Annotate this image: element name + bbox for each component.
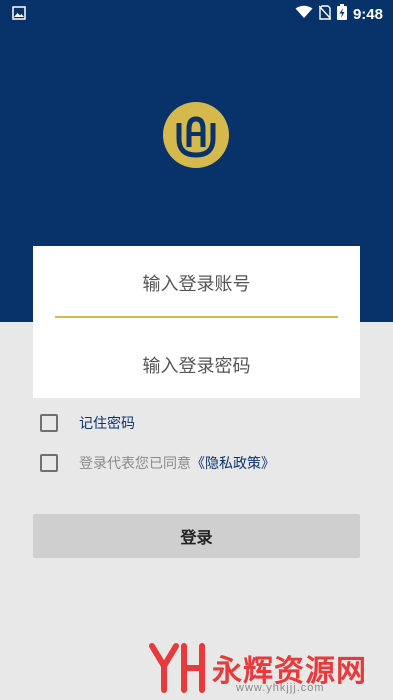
- account-input[interactable]: 输入登录账号: [33, 270, 360, 295]
- password-input[interactable]: 输入登录密码: [33, 352, 360, 377]
- remember-password-row[interactable]: 记住密码: [40, 412, 135, 434]
- remember-password-checkbox[interactable]: [40, 414, 58, 432]
- status-time: 9:48: [352, 5, 383, 23]
- battery-charging-icon: [336, 4, 347, 24]
- account-input-underline: [55, 316, 338, 318]
- login-button[interactable]: 登录: [33, 514, 360, 558]
- privacy-policy-link[interactable]: 《隐私政策》: [191, 456, 275, 472]
- no-sim-icon: [318, 4, 332, 24]
- login-card: 输入登录账号 输入登录密码: [33, 246, 360, 398]
- remember-password-label: 记住密码: [79, 416, 135, 432]
- watermark: 永辉资源网 www.yhkjjj.com: [148, 640, 393, 700]
- agree-policy-label: 登录代表您已同意《隐私政策》: [79, 453, 275, 473]
- agree-text: 登录代表您已同意: [79, 456, 191, 472]
- watermark-logo: [149, 643, 205, 693]
- watermark-url: www.yhkjjj.com: [236, 682, 325, 694]
- app-logo: [162, 101, 230, 169]
- agree-policy-row[interactable]: 登录代表您已同意《隐私政策》: [40, 452, 275, 474]
- status-bar: 9:48: [0, 0, 393, 28]
- agree-policy-checkbox[interactable]: [40, 454, 58, 472]
- wifi-icon: [295, 5, 313, 23]
- gallery-icon: [12, 6, 26, 24]
